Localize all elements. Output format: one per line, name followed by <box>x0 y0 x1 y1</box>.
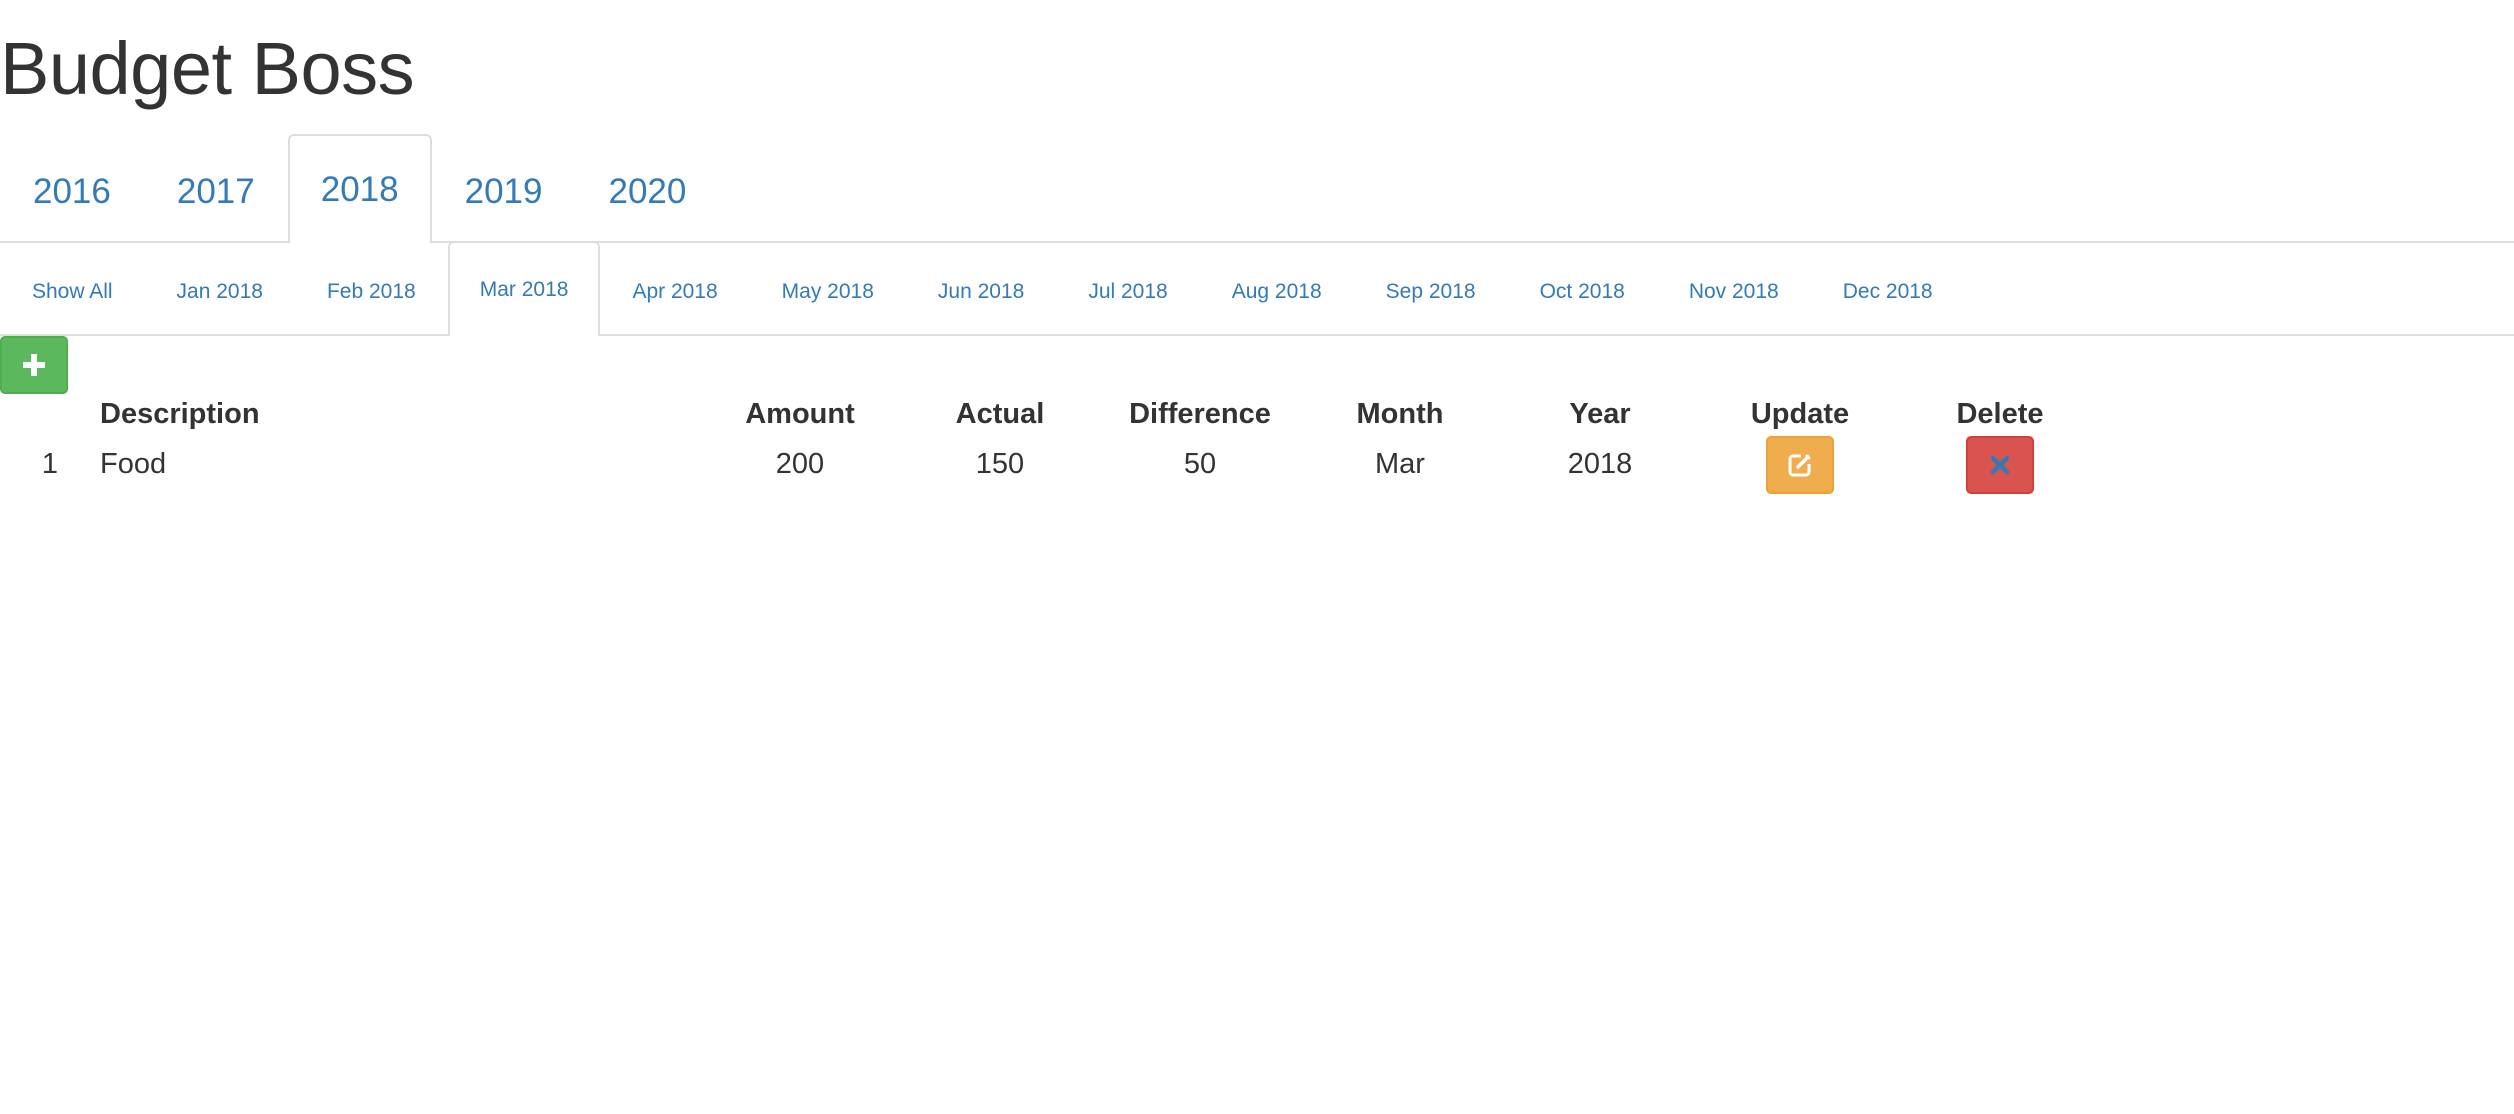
tab-year-2019[interactable]: 2019 <box>432 138 576 243</box>
tab-month-oct[interactable]: Oct 2018 <box>1508 245 1657 336</box>
row-year: 2018 <box>1567 448 1633 480</box>
header-difference: Difference <box>1129 398 1271 430</box>
header-update: Update <box>1750 398 1850 430</box>
tab-month-jan[interactable]: Jan 2018 <box>145 245 295 336</box>
tab-month-may[interactable]: May 2018 <box>750 245 906 336</box>
edit-icon <box>1787 452 1813 478</box>
tab-month-jul[interactable]: Jul 2018 <box>1056 245 1199 336</box>
year-tabs: 2016 2017 2018 2019 2020 <box>0 134 2514 243</box>
plus-icon <box>21 352 47 378</box>
tab-year-2016[interactable]: 2016 <box>0 138 144 243</box>
tab-month-nov[interactable]: Nov 2018 <box>1657 245 1811 336</box>
row-difference: 50 <box>1183 448 1217 480</box>
row-actual: 150 <box>975 448 1025 480</box>
tab-month-jun[interactable]: Jun 2018 <box>906 245 1056 336</box>
row-amount: 200 <box>775 448 825 480</box>
header-amount: Amount <box>745 398 855 430</box>
tab-month-dec[interactable]: Dec 2018 <box>1811 245 1965 336</box>
add-item-button[interactable] <box>0 336 68 394</box>
tab-month-apr[interactable]: Apr 2018 <box>600 245 749 336</box>
tab-month-aug[interactable]: Aug 2018 <box>1200 245 1354 336</box>
row-description: Food <box>100 448 167 480</box>
header-description: Description <box>100 398 260 430</box>
close-icon <box>1989 454 2011 476</box>
month-tabs: Show All Jan 2018 Feb 2018 Mar 2018 Apr … <box>0 241 2514 336</box>
tab-year-2017[interactable]: 2017 <box>144 138 288 243</box>
header-actual: Actual <box>955 398 1045 430</box>
row-index: 1 <box>41 448 59 480</box>
tab-month-feb[interactable]: Feb 2018 <box>295 245 448 336</box>
tab-year-2020[interactable]: 2020 <box>576 138 720 243</box>
header-month: Month <box>1356 398 1444 430</box>
row-month: Mar <box>1375 448 1425 480</box>
page-title: Budget Boss <box>0 27 415 110</box>
budget-app: Budget Boss 2016 2017 2018 2019 2020 Sho… <box>0 0 2514 1114</box>
tab-month-sep[interactable]: Sep 2018 <box>1354 245 1508 336</box>
update-button[interactable] <box>1766 436 1834 494</box>
delete-button[interactable] <box>1966 436 2034 494</box>
tab-month-mar[interactable]: Mar 2018 <box>447 241 601 336</box>
tab-show-all[interactable]: Show All <box>0 245 145 336</box>
tab-year-2018[interactable]: 2018 <box>287 134 432 243</box>
header-year: Year <box>1569 398 1631 430</box>
header-delete: Delete <box>1956 398 2044 430</box>
